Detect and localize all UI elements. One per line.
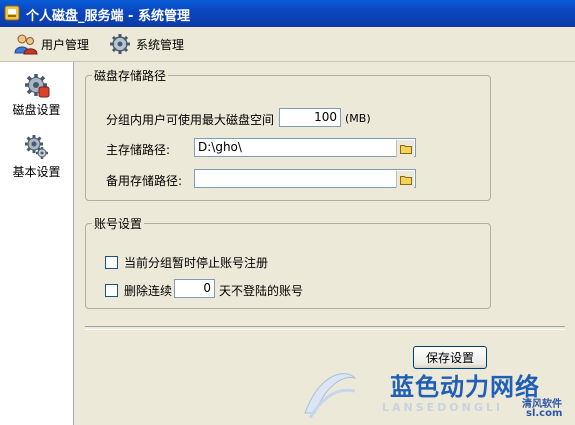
toolbar: 用户管理 系统管理 [0,27,575,62]
menu-system-manage[interactable]: 系统管理 [109,33,184,55]
menu-system-manage-label: 系统管理 [136,37,185,52]
main-path-field[interactable]: D:\gho\ [194,138,416,157]
folder-icon [399,144,412,154]
sidebar: 磁盘设置 基本设置 [0,62,74,425]
delete-inactive-prefix: 删除连续 [124,284,173,298]
main-path-label: 主存储路径: [106,143,171,157]
disk-storage-legend: 磁盘存储路径 [94,69,167,83]
title-bar: 个人磁盘_服务端 - 系统管理 [0,0,575,27]
sidebar-item-basic-settings-label: 基本设置 [12,165,61,179]
folder-icon [399,175,412,185]
stop-register-checkbox[interactable] [105,256,118,269]
save-settings-button[interactable]: 保存设置 [413,346,487,369]
max-space-input[interactable]: 100 [279,108,341,127]
delete-inactive-suffix: 天不登陆的账号 [219,284,304,298]
sidebar-item-basic-settings[interactable]: 基本设置 [0,134,73,180]
menu-user-manage-label: 用户管理 [41,37,90,52]
gear-disk-icon [24,74,49,98]
sidebar-item-disk-settings-label: 磁盘设置 [12,103,61,117]
main-path-browse-button[interactable] [396,140,414,157]
disk-storage-group: 磁盘存储路径 分组内用户可使用最大磁盘空间 100 (MB) 主存储路径: D:… [85,67,491,201]
backup-path-browse-button[interactable] [396,171,414,188]
account-settings-group: 账号设置 当前分组暂时停止账号注册 删除连续 0 天不登陆的账号 [85,215,491,309]
sidebar-item-disk-settings[interactable]: 磁盘设置 [0,72,73,118]
backup-path-label: 备用存储路径: [106,174,183,188]
backup-path-field[interactable] [194,169,416,188]
gear-icon [110,34,130,54]
account-settings-legend: 账号设置 [94,217,143,231]
max-space-label: 分组内用户可使用最大磁盘空间 [106,113,275,127]
app-icon [4,5,20,21]
menu-user-manage[interactable]: 用户管理 [14,33,89,55]
main-path-value: D:\gho\ [198,140,242,154]
divider [85,326,565,330]
users-icon [14,34,38,55]
delete-days-input[interactable]: 0 [174,279,215,298]
delete-inactive-checkbox[interactable] [105,284,118,297]
window-title: 个人磁盘_服务端 - 系统管理 [26,9,190,24]
main-panel: 磁盘存储路径 分组内用户可使用最大磁盘空间 100 (MB) 主存储路径: D:… [74,62,575,425]
gears-icon [24,135,48,159]
max-space-unit: (MB) [345,112,371,125]
stop-register-label: 当前分组暂时停止账号注册 [124,256,269,270]
